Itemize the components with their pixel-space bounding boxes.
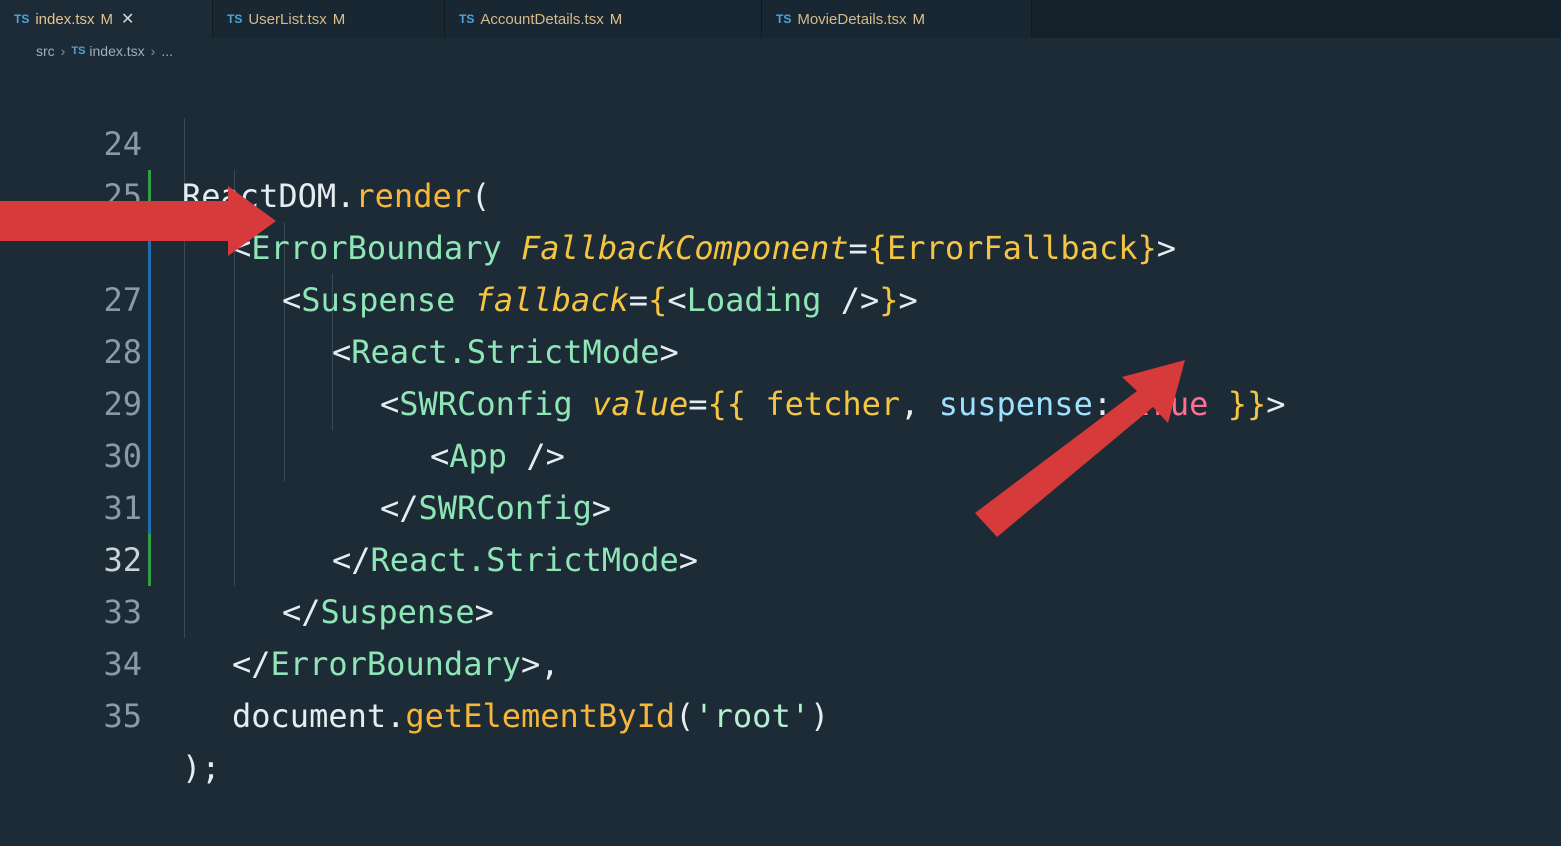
code-line: 29 <App /> [0, 326, 1561, 475]
breadcrumb-folder[interactable]: src [36, 43, 55, 59]
modified-indicator: M [332, 10, 346, 28]
code-line: 28 <SWRConfig value={{ fetcher, suspense… [0, 274, 1561, 423]
tab-moviedetails-tsx[interactable]: TS MovieDetails.tsx M [762, 0, 1032, 38]
modified-indicator: M [912, 10, 926, 28]
code-line: 35 ); [0, 638, 1561, 787]
tab-accountdetails-tsx[interactable]: TS AccountDetails.tsx M [445, 0, 762, 38]
tab-label: UserList.tsx [248, 10, 327, 28]
code-line: 31 </React.StrictMode> [0, 430, 1561, 579]
modified-indicator: M [609, 10, 623, 28]
tab-label: AccountDetails.tsx [480, 10, 604, 28]
line-number: 35 [103, 697, 142, 735]
code-line: 25 <ErrorBoundary FallbackComponent={Err… [0, 118, 1561, 267]
ts-file-icon: TS [14, 12, 30, 26]
breadcrumb-chevron-icon: › [60, 43, 66, 59]
breadcrumb: src › TS index.tsx › ... [36, 40, 173, 62]
breadcrumb-symbol[interactable]: ... [161, 43, 173, 59]
code-line: 33 </ErrorBoundary>, [0, 534, 1561, 683]
modified-indicator: M [100, 10, 114, 28]
breadcrumb-chevron-icon: › [150, 43, 156, 59]
ts-file-icon: TS [71, 45, 86, 57]
ts-file-icon: TS [776, 12, 792, 26]
tab-index-tsx[interactable]: TS index.tsx M ✕ [0, 0, 213, 38]
breadcrumb-file[interactable]: index.tsx [89, 43, 144, 59]
code-line: 32 </Suspense> [0, 482, 1561, 631]
ts-file-icon: TS [227, 12, 243, 26]
code-editor[interactable]: 24 ReactDOM.render( 25 <ErrorBoundary Fa… [0, 66, 1561, 787]
tab-userlist-tsx[interactable]: TS UserList.tsx M [213, 0, 445, 38]
ts-file-icon: TS [459, 12, 475, 26]
code-text: document.getElementById('root') [232, 697, 830, 735]
tab-label: MovieDetails.tsx [797, 10, 907, 28]
code-line: 34 document.getElementById('root') [0, 586, 1561, 735]
red-arrow-right [0, 186, 276, 256]
red-arrow-diagonal [975, 360, 1185, 537]
close-icon[interactable]: ✕ [121, 9, 134, 29]
code-line: 24 ReactDOM.render( [0, 66, 1561, 215]
editor-tab-bar: TS index.tsx M ✕ TS UserList.tsx M TS Ac… [0, 0, 1561, 38]
code-line: 30 </SWRConfig> [0, 378, 1561, 527]
tab-label: index.tsx [35, 10, 95, 28]
code-text: ); [182, 749, 221, 787]
